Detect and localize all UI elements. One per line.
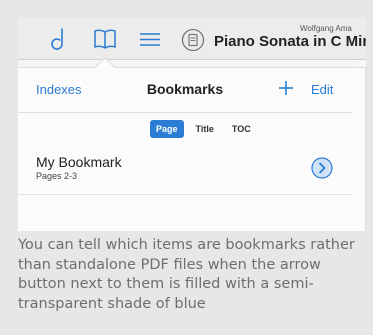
edit-link[interactable]: Edit: [311, 82, 333, 97]
composer-name: Wolfgang Ama: [300, 24, 352, 33]
segment-toc[interactable]: TOC: [226, 120, 257, 138]
app-screenshot: Wolfgang Ama Piano Sonata in C Minor, In…: [18, 18, 366, 231]
bookmarks-popover: Indexes Bookmarks Edit Page Title TOC My…: [18, 67, 366, 231]
music-note-icon[interactable]: [45, 26, 73, 52]
book-icon[interactable]: [91, 26, 119, 52]
row-divider: [18, 194, 352, 195]
sort-segmented-control: Page Title TOC: [150, 120, 257, 138]
popover-title: Bookmarks: [146, 81, 224, 97]
popover-header: Indexes Bookmarks Edit: [18, 68, 352, 112]
segment-page[interactable]: Page: [150, 120, 184, 138]
plus-icon[interactable]: [276, 78, 296, 98]
article-figure: Wolfgang Ama Piano Sonata in C Minor, In…: [0, 0, 373, 335]
header-divider: [18, 112, 352, 113]
list-item[interactable]: My Bookmark Pages 2-3: [18, 150, 352, 192]
segment-title[interactable]: Title: [190, 120, 220, 138]
menu-icon[interactable]: [136, 26, 164, 52]
score-title: Piano Sonata in C Minor,: [214, 33, 366, 50]
bookmark-pages: Pages 2-3: [36, 171, 78, 181]
toolbar: Wolfgang Ama Piano Sonata in C Minor,: [18, 18, 366, 60]
figure-caption: You can tell which items are bookmarks r…: [18, 237, 355, 312]
bookmark-name: My Bookmark: [36, 154, 122, 170]
document-icon[interactable]: [181, 28, 205, 52]
chevron-right-circle-icon[interactable]: [311, 157, 333, 179]
